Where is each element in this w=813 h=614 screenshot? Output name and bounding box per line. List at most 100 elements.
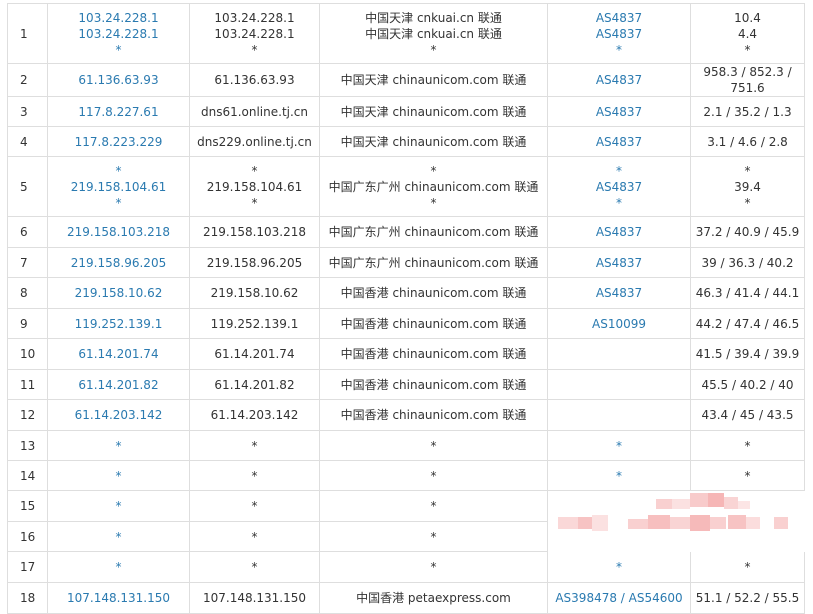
ip-link-cell[interactable]: 61.14.203.142 xyxy=(47,399,190,431)
asn-link-line[interactable]: AS4837 xyxy=(548,10,690,26)
mosaic-tile xyxy=(707,492,724,507)
asn-link[interactable]: AS4837 xyxy=(596,105,642,119)
hop-number-cell: 1 xyxy=(7,3,48,64)
hop-number: 4 xyxy=(20,134,28,149)
table-row: 3 117.8.227.61 dns61.online.tj.cn 中国天津 chin… xyxy=(7,96,805,127)
latency-cell: 45.5 / 40.2 / 40 xyxy=(690,369,805,400)
asn-link-cell[interactable]: * xyxy=(547,430,691,461)
hostname-cell: * xyxy=(189,490,320,522)
mosaic-tile xyxy=(727,514,746,529)
table-row: 4 117.8.223.229 dns229.online.tj.cn 中国天津 ch… xyxy=(7,126,805,157)
hostname: 219.158.10.62 xyxy=(210,286,299,300)
ip-link-cell[interactable]: 117.8.227.61 xyxy=(47,96,190,127)
location-line: 中国天津 cnkuai.cn 联通 xyxy=(365,26,502,41)
asn-link[interactable]: AS4837 xyxy=(596,256,642,270)
asn-link-cell[interactable]: * xyxy=(547,460,691,491)
ip-link[interactable]: 61.136.63.93 xyxy=(78,73,158,87)
asn-link-line[interactable]: AS4837 xyxy=(548,179,690,195)
ip-link-line[interactable]: 219.158.104.61 xyxy=(48,179,189,195)
mosaic-tile xyxy=(577,516,592,529)
asn-link-cell xyxy=(547,338,691,370)
ip-link[interactable]: 219.158.10.62 xyxy=(75,286,163,300)
hop-number-cell: 11 xyxy=(7,369,48,400)
mosaic-tile xyxy=(737,500,750,509)
ip-link-cell[interactable]: 103.24.228.1 103.24.228.1 * xyxy=(47,3,190,64)
table-row: 10 61.14.201.74 61.14.201.74 中国香港 chinaunic… xyxy=(7,338,805,370)
mosaic-tile xyxy=(709,516,726,529)
hop-number-cell: 3 xyxy=(7,96,48,127)
asn-link-cell[interactable]: AS10099 xyxy=(547,308,691,339)
hop-number-cell: 18 xyxy=(7,582,48,614)
hop-number: 16 xyxy=(20,529,36,544)
location-cell: * xyxy=(319,521,548,552)
location-cell: 中国香港 chinaunicom.com 联通 xyxy=(319,399,548,431)
ip-link-cell[interactable]: * 219.158.104.61 * xyxy=(47,156,190,217)
mosaic-tile xyxy=(591,514,608,531)
asn-link-cell[interactable]: AS4837 AS4837 * xyxy=(547,3,691,64)
asn-link[interactable]: AS10099 xyxy=(592,317,646,331)
ip-link-cell[interactable]: * xyxy=(47,430,190,461)
ip-link-cell[interactable]: 61.14.201.82 xyxy=(47,369,190,400)
mosaic-tile xyxy=(669,516,690,529)
ip-link[interactable]: 61.14.203.142 xyxy=(75,408,163,422)
asn-link-cell[interactable]: AS4837 xyxy=(547,63,691,97)
asn-link[interactable]: AS4837 xyxy=(596,225,642,239)
asn-link-cell[interactable]: AS398478 / AS54600 xyxy=(547,582,691,614)
hop-number-cell: 2 xyxy=(7,63,48,97)
ip-link-cell[interactable]: * xyxy=(47,521,190,552)
location-cell: 中国香港 petaexpress.com xyxy=(319,582,548,614)
asn-link-cell[interactable]: * xyxy=(547,551,691,583)
latency-cell: 51.1 / 52.2 / 55.5 xyxy=(690,582,805,614)
ip-link-cell[interactable]: * xyxy=(47,551,190,583)
ip-link[interactable]: 61.14.201.74 xyxy=(78,347,158,361)
ip-link[interactable]: 119.252.139.1 xyxy=(75,317,163,331)
asn-link[interactable]: AS4837 xyxy=(596,73,642,87)
asn-link[interactable]: AS4837 xyxy=(596,286,642,300)
mosaic-tile xyxy=(655,498,672,509)
asn-link-cell[interactable]: AS4837 xyxy=(547,216,691,248)
ip-link-line[interactable]: 103.24.228.1 xyxy=(48,10,189,26)
ip-link-cell[interactable]: 107.148.131.150 xyxy=(47,582,190,614)
ip-link-cell[interactable]: 117.8.223.229 xyxy=(47,126,190,157)
hop-number-cell: 7 xyxy=(7,247,48,278)
ip-link-cell[interactable]: 219.158.10.62 xyxy=(47,277,190,309)
location-cell: 中国香港 chinaunicom.com 联通 xyxy=(319,338,548,370)
ip-link[interactable]: 61.14.201.82 xyxy=(78,378,158,392)
ip-link-cell[interactable]: * xyxy=(47,490,190,522)
ip-link[interactable]: 117.8.227.61 xyxy=(78,105,158,119)
ip-link-cell[interactable]: 219.158.96.205 xyxy=(47,247,190,278)
hop-number: 11 xyxy=(20,377,36,392)
location-cell: 中国香港 chinaunicom.com 联通 xyxy=(319,277,548,309)
ip-link[interactable]: 219.158.103.218 xyxy=(67,225,170,239)
location: 中国广东广州 chinaunicom.com 联通 xyxy=(328,225,539,239)
asn-link-cell[interactable]: AS4837 xyxy=(547,96,691,127)
ip-link[interactable]: 117.8.223.229 xyxy=(75,135,163,149)
ip-link-cell[interactable]: 61.136.63.93 xyxy=(47,63,190,97)
ip-link[interactable]: 107.148.131.150 xyxy=(67,591,170,605)
ip-link[interactable]: 219.158.96.205 xyxy=(71,256,166,270)
hostname: 61.14.201.74 xyxy=(214,347,295,361)
asn-link-cell[interactable]: AS4837 xyxy=(547,126,691,157)
latency: 46.3 / 41.4 / 44.1 xyxy=(695,286,800,300)
ip-link-cell[interactable]: 219.158.103.218 xyxy=(47,216,190,248)
latency: 44.2 / 47.4 / 46.5 xyxy=(695,316,800,331)
ip-link-line[interactable]: 103.24.228.1 xyxy=(48,26,189,42)
hostname-cell: 107.148.131.150 xyxy=(189,582,320,614)
asn-link-cell[interactable]: * AS4837 * xyxy=(547,156,691,217)
asn-link-cell xyxy=(547,369,691,400)
asn-link[interactable]: AS4837 xyxy=(596,135,642,149)
asn-link-cell[interactable]: AS4837 xyxy=(547,277,691,309)
latency-cell: * xyxy=(690,460,805,491)
ip-link-cell[interactable]: 61.14.201.74 xyxy=(47,338,190,370)
mosaic-tile xyxy=(671,498,690,509)
redaction-mosaic xyxy=(547,490,805,552)
asn-link-cell[interactable]: AS4837 xyxy=(547,247,691,278)
hop-number: 7 xyxy=(20,255,28,270)
location: 中国香港 chinaunicom.com 联通 xyxy=(340,347,527,361)
location: 中国香港 chinaunicom.com 联通 xyxy=(340,377,527,392)
asn-link-line[interactable]: AS4837 xyxy=(548,26,690,42)
asn-link[interactable]: AS398478 / AS54600 xyxy=(555,591,682,605)
ip-link-cell[interactable]: * xyxy=(47,460,190,491)
ip-link-cell[interactable]: 119.252.139.1 xyxy=(47,308,190,339)
hostname-line: 219.158.104.61 xyxy=(206,179,303,194)
